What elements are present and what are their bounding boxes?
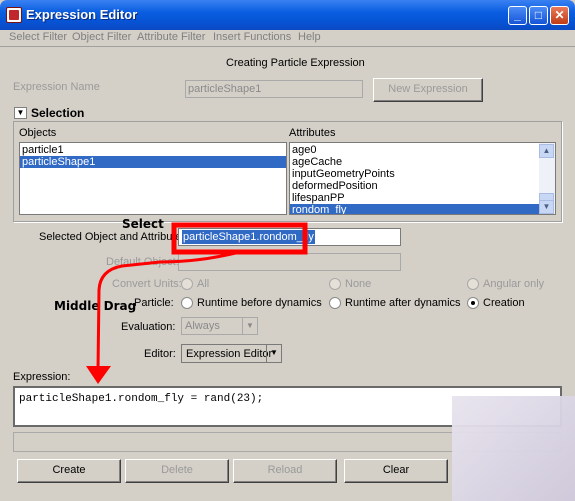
annotation-overlay: [86, 222, 308, 384]
drag-arrowhead: [86, 366, 111, 384]
select-highlight-box: [171, 222, 308, 255]
drag-arrow-line: [96, 250, 241, 371]
